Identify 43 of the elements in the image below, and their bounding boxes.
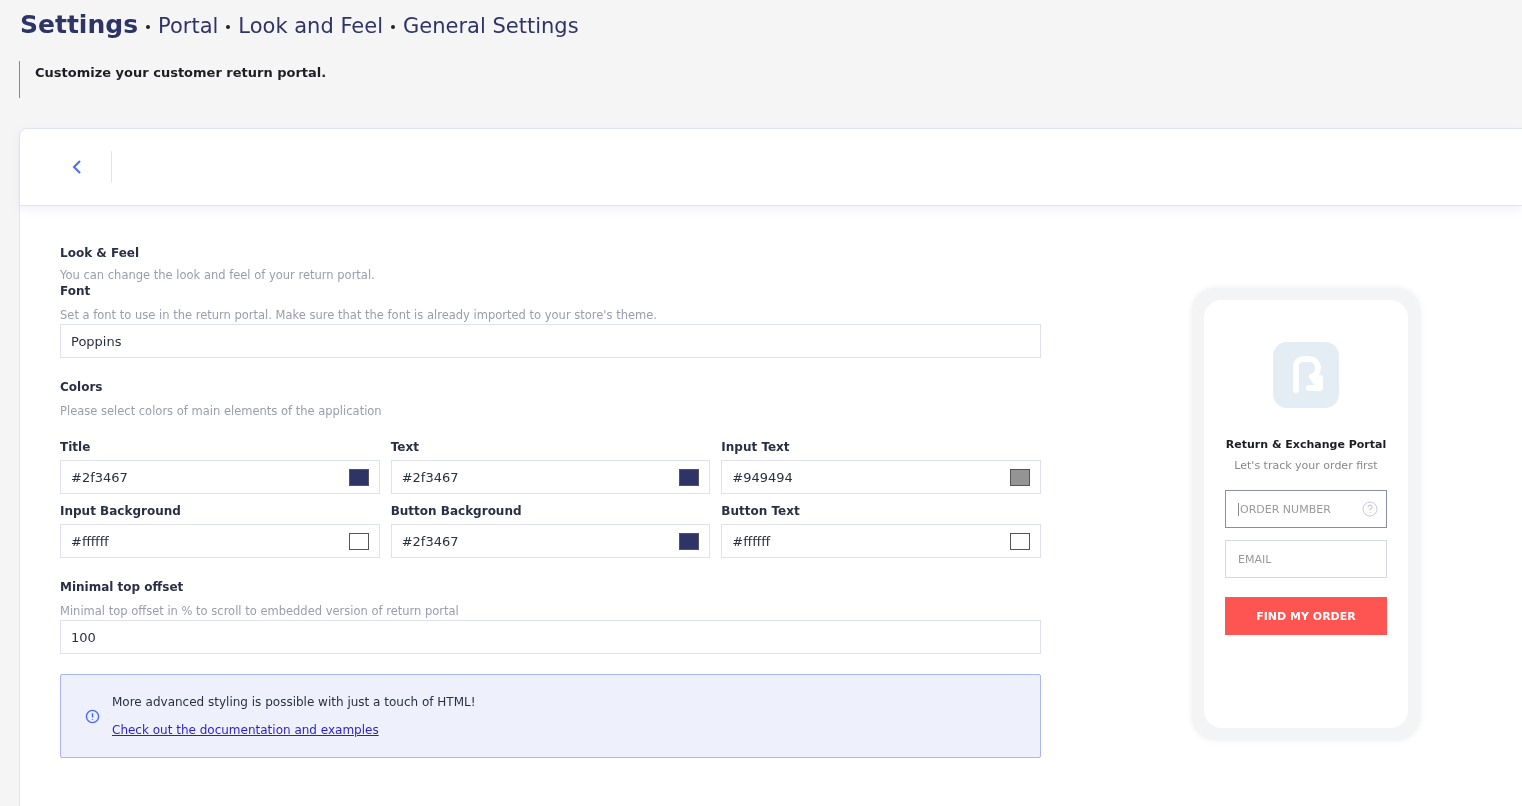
separator-dot	[391, 24, 395, 29]
page-subtitle: Customize your customer return portal.	[35, 65, 327, 80]
info-text: More advanced styling is possible with just a touch of HTML!	[112, 694, 476, 709]
color-field[interactable]: #2f3467	[390, 524, 711, 558]
breadcrumb-item[interactable]: Look and Feel	[238, 14, 383, 38]
font-field[interactable]: Poppins	[60, 324, 1041, 358]
field-label: Button Text	[721, 504, 801, 518]
field-label: Font	[60, 284, 92, 298]
info-icon	[85, 708, 100, 724]
field-label: Button Background	[390, 504, 523, 518]
color-field[interactable]: #2f3467	[390, 460, 711, 494]
preview-title: Return & Exchange Portal	[1225, 438, 1387, 451]
color-swatch[interactable]	[348, 532, 369, 550]
breadcrumb-item[interactable]: Portal	[158, 14, 219, 38]
field-label: Text	[390, 440, 420, 454]
documentation-link[interactable]: Check out the documentation and examples	[112, 722, 379, 737]
color-field[interactable]: #ffffff	[721, 524, 1041, 558]
section-description: Please select colors of main elements of the application	[60, 404, 383, 418]
color-swatch[interactable]	[1010, 468, 1030, 486]
color-swatch[interactable]	[679, 468, 700, 486]
breadcrumb-item[interactable]: General Settings	[403, 14, 579, 38]
color-field[interactable]: #2f3467	[60, 460, 380, 494]
separator-dot	[146, 24, 150, 29]
field-label: Title	[60, 440, 92, 454]
field-label: Input Text	[721, 440, 791, 454]
section-heading: Look & Feel	[60, 246, 141, 260]
color-field[interactable]: #949494	[721, 460, 1041, 494]
field-label: Minimal top offset	[60, 580, 185, 594]
color-field[interactable]: #ffffff	[60, 524, 380, 558]
field-description: Minimal top offset in % to scroll to embedded version of return portal	[60, 604, 460, 618]
logo-icon	[1273, 342, 1339, 408]
page-title: Settings	[20, 10, 138, 39]
field-description: Set a font to use in the return portal. Make sure that the font is already imported to your store's theme.	[60, 308, 658, 322]
preview-subtitle: Let's track your order first	[1234, 459, 1378, 472]
color-swatch[interactable]	[1010, 532, 1030, 550]
color-swatch[interactable]	[348, 468, 369, 486]
color-swatch[interactable]	[679, 532, 700, 550]
field-label: Input Background	[60, 504, 182, 518]
offset-field[interactable]: 100	[60, 620, 1041, 654]
help-icon	[1362, 501, 1378, 517]
separator-dot	[226, 24, 231, 29]
section-heading: Colors	[60, 380, 104, 394]
section-description: You can change the look and feel of your return portal.	[60, 268, 376, 282]
